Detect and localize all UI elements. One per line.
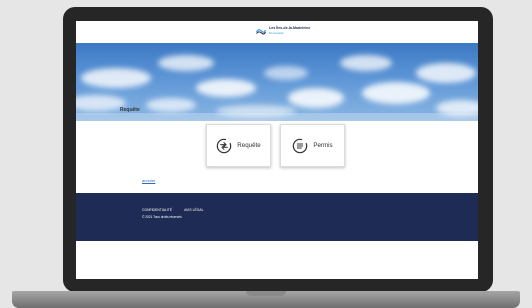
footer-links: Confidentialité Avis légal: [142, 208, 204, 212]
laptop-screen: Les Îles-de-la-Madeleine Municipalité Re…: [76, 21, 478, 279]
footer-link-legal[interactable]: Avis légal: [184, 208, 203, 212]
transfer-arrows-icon: [217, 138, 232, 153]
site-header: Les Îles-de-la-Madeleine Municipalité: [76, 21, 478, 43]
site-logo[interactable]: Les Îles-de-la-Madeleine Municipalité: [256, 27, 310, 35]
section-title: Requête: [120, 107, 140, 113]
footer-copyright: © 2021 Tous droits réservés: [142, 215, 182, 219]
site-footer: Confidentialité Avis légal © 2021 Tous d…: [76, 193, 478, 241]
logo-text: Les Îles-de-la-Madeleine Municipalité: [269, 27, 310, 35]
cancel-link[interactable]: annuler: [142, 178, 155, 183]
request-card[interactable]: Requête: [206, 124, 271, 167]
permit-card[interactable]: Permis: [280, 124, 345, 167]
permit-card-label: Permis: [313, 142, 333, 149]
document-list-icon: [293, 138, 308, 153]
footer-link-privacy[interactable]: Confidentialité: [142, 208, 172, 212]
logo-subtitle: Municipalité: [269, 30, 284, 35]
laptop-notch: [246, 291, 286, 296]
request-card-label: Requête: [237, 142, 261, 149]
laptop-base: [12, 291, 520, 308]
wave-logo-icon: [256, 29, 266, 35]
